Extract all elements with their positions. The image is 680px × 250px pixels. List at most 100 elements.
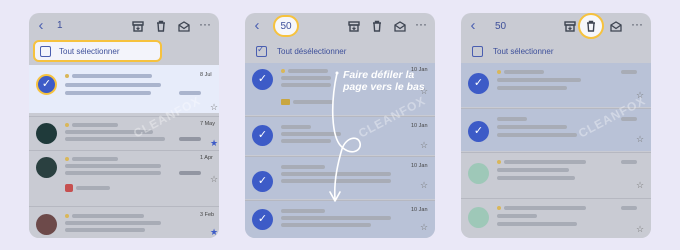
list-item[interactable]: 7 May ★: [29, 117, 219, 149]
sender-placeholder: [72, 214, 144, 218]
avatar[interactable]: [468, 163, 489, 184]
list-item[interactable]: 3 Feb ★: [29, 207, 219, 238]
arrow-left-icon[interactable]: ‹: [466, 18, 480, 34]
more-horizontal-icon[interactable]: ···: [631, 18, 645, 33]
date-label: 1 Apr: [200, 155, 213, 161]
subject-placeholder: [497, 78, 581, 82]
subject-placeholder: [497, 168, 569, 172]
subject-placeholder: [497, 214, 537, 218]
check-icon[interactable]: ✓: [468, 121, 489, 142]
mail-icon[interactable]: [393, 19, 407, 33]
attachment-icon[interactable]: [281, 99, 290, 105]
sender-placeholder: [497, 117, 527, 121]
star-icon[interactable]: ☆: [210, 175, 218, 184]
more-horizontal-icon[interactable]: ···: [199, 18, 213, 33]
sender-placeholder: [72, 74, 152, 78]
star-icon[interactable]: ★: [210, 228, 218, 237]
important-icon: [497, 70, 501, 74]
panel-select-one: ‹ 1 ··· Tout sélectionner ✓ 8 Jul ☆ 7 Ma…: [29, 13, 219, 238]
subject-placeholder: [281, 216, 391, 220]
date-label: 7 May: [200, 121, 215, 127]
trash-icon[interactable]: [370, 19, 384, 33]
date-label: 10 Jan: [411, 207, 428, 213]
important-icon: [497, 206, 501, 210]
attachment-icon[interactable]: [65, 184, 73, 192]
preview-placeholder: [497, 222, 577, 226]
star-icon[interactable]: ★: [210, 139, 218, 148]
important-icon: [65, 74, 69, 78]
panel-delete: ‹ 50 ··· Tout sélectionner ✓ ☆ ✓ ☆ ☆ ☆: [461, 13, 651, 238]
date-placeholder: [621, 70, 637, 74]
subject-placeholder: [497, 125, 567, 129]
sender-placeholder: [72, 157, 118, 161]
check-icon[interactable]: ✓: [252, 171, 273, 192]
preview-placeholder: [65, 137, 165, 141]
select-all-label[interactable]: Tout sélectionner: [59, 47, 119, 56]
subject-placeholder: [65, 83, 161, 87]
check-icon[interactable]: ✓: [36, 74, 57, 95]
list-item[interactable]: ✓ ☆: [461, 63, 651, 107]
select-all-label[interactable]: Tout sélectionner: [493, 47, 553, 56]
preview-placeholder: [497, 86, 567, 90]
select-all-checkbox[interactable]: [40, 46, 51, 57]
star-icon[interactable]: ☆: [210, 103, 218, 112]
check-icon[interactable]: ✓: [468, 73, 489, 94]
sender-placeholder: [504, 70, 544, 74]
list-item[interactable]: ☆: [461, 199, 651, 238]
sender-placeholder: [281, 125, 311, 129]
trash-icon[interactable]: [154, 19, 168, 33]
important-icon: [65, 214, 69, 218]
select-all-checkbox[interactable]: [472, 46, 483, 57]
scroll-instruction: Faire défiler la page vers le bas: [343, 69, 425, 93]
archive-icon[interactable]: [347, 19, 361, 33]
archive-icon[interactable]: [131, 19, 145, 33]
selection-count: 50: [495, 21, 507, 32]
preview-placeholder: [65, 228, 145, 232]
date-label: 10 Jan: [411, 163, 428, 169]
list-item[interactable]: ☆: [461, 153, 651, 197]
deselect-all-label[interactable]: Tout désélectionner: [277, 47, 346, 56]
avatar[interactable]: [468, 207, 489, 228]
check-icon[interactable]: ✓: [252, 125, 273, 146]
toolbar: ‹ 1 ···: [29, 13, 219, 41]
date-label: 10 Jan: [411, 123, 428, 129]
archive-icon[interactable]: [563, 19, 577, 33]
date-label: 3 Feb: [200, 212, 215, 218]
more-horizontal-icon[interactable]: ···: [415, 18, 429, 33]
selection-count: 1: [57, 20, 63, 31]
badge-placeholder: [179, 171, 201, 175]
preview-placeholder: [497, 133, 577, 137]
star-icon[interactable]: ☆: [636, 135, 644, 144]
toolbar: ‹ 50 ···: [245, 13, 435, 41]
mail-icon[interactable]: [609, 19, 623, 33]
star-icon[interactable]: ☆: [636, 181, 644, 190]
selection-count: 50: [273, 15, 299, 37]
trash-icon[interactable]: [584, 19, 598, 33]
sender-placeholder: [504, 206, 586, 210]
badge-placeholder: [179, 91, 201, 95]
avatar[interactable]: [36, 157, 57, 178]
avatar[interactable]: [36, 123, 57, 144]
important-icon: [65, 157, 69, 161]
sender-placeholder: [72, 123, 118, 127]
star-icon[interactable]: ☆: [636, 225, 644, 234]
arrow-left-icon[interactable]: ‹: [34, 18, 48, 34]
preview-placeholder: [497, 176, 575, 180]
star-icon[interactable]: ☆: [420, 141, 428, 150]
subject-placeholder: [65, 221, 161, 225]
sender-placeholder: [504, 160, 586, 164]
star-icon[interactable]: ☆: [420, 223, 428, 232]
star-icon[interactable]: ☆: [420, 181, 428, 190]
check-icon[interactable]: ✓: [252, 69, 273, 90]
mail-icon[interactable]: [177, 19, 191, 33]
toolbar: ‹ 50 ···: [461, 13, 651, 41]
avatar[interactable]: [36, 214, 57, 235]
list-item[interactable]: 1 Apr ☆: [29, 151, 219, 205]
date-label: 8 Jul: [200, 72, 212, 78]
badge-placeholder: [179, 137, 201, 141]
preview-placeholder: [281, 223, 371, 227]
arrow-left-icon[interactable]: ‹: [250, 18, 264, 34]
deselect-all-checkbox[interactable]: [256, 44, 267, 57]
important-icon: [281, 69, 285, 73]
check-icon[interactable]: ✓: [252, 209, 273, 230]
